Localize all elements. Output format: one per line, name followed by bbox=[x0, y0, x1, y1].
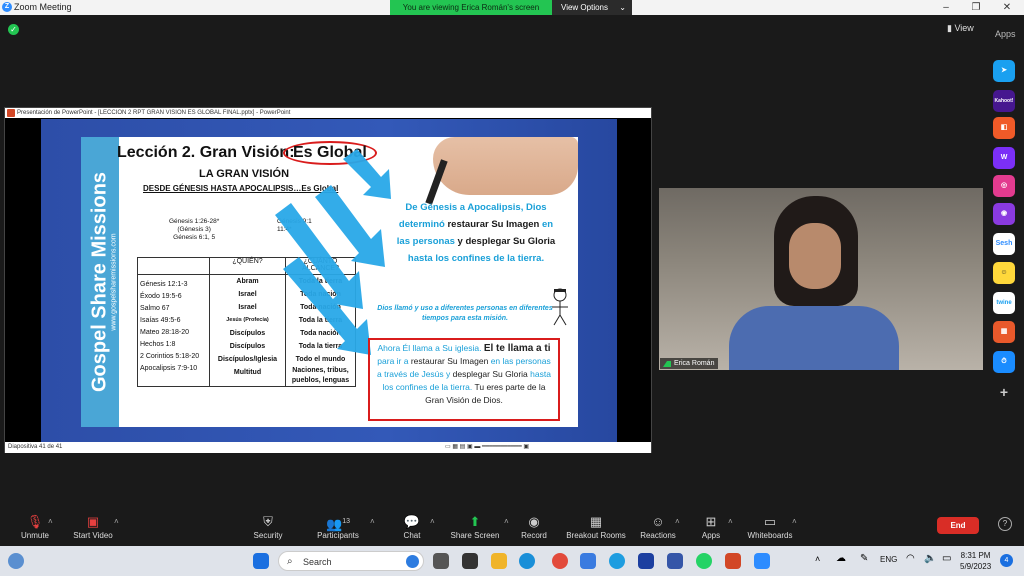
chevron-up-icon[interactable]: ˄ bbox=[48, 517, 53, 526]
minimize-button[interactable]: – bbox=[934, 1, 958, 14]
powerpoint-icon bbox=[7, 109, 15, 117]
taskbar-search[interactable]: ⌕ Search bbox=[278, 551, 424, 571]
signal-bars-icon bbox=[663, 361, 671, 367]
chat-icon: 💬 bbox=[403, 514, 421, 529]
chat-button[interactable]: 💬 Chat bbox=[377, 512, 447, 541]
bing-icon bbox=[406, 555, 419, 568]
window-title: Zoom Meeting bbox=[14, 2, 72, 12]
ppt-title-bar: Presentación de PowerPoint - [LECCION 2 … bbox=[5, 108, 651, 118]
arrow-1-icon bbox=[343, 149, 391, 199]
chevron-down-icon: ⌄ bbox=[619, 3, 626, 12]
kahoot-app-icon[interactable]: Kahoot! bbox=[993, 90, 1015, 112]
search-icon: ⌕ bbox=[287, 556, 293, 567]
camera-app-icon[interactable] bbox=[462, 553, 478, 569]
meeting-area: ✓ ▮ View Apps ➤ Kahoot! ◧ W ◎ ◉ Sesh ☺ t… bbox=[0, 15, 1024, 512]
windows-start-icon[interactable] bbox=[253, 553, 269, 569]
ppt-view-icons[interactable]: ▭ ▦ ▤ ▣ ▬ ━━━━━━━━━━━ ▣ bbox=[445, 442, 529, 453]
help-icon[interactable]: ? bbox=[998, 517, 1012, 531]
participants-button[interactable]: 👥13 Participants bbox=[303, 512, 373, 541]
cartoon-figure-icon bbox=[552, 288, 568, 326]
view-label: View bbox=[954, 23, 974, 33]
app-p-icon[interactable] bbox=[580, 553, 596, 569]
shared-powerpoint-window: Presentación de PowerPoint - [LECCION 2 … bbox=[4, 107, 652, 453]
zoom-logo-icon: Z bbox=[2, 2, 12, 12]
view-options-button[interactable]: View Options ⌄ bbox=[552, 0, 632, 15]
ppt-title: Presentación de PowerPoint - [LECCION 2 … bbox=[17, 110, 291, 116]
blue-statement: De Génesis a Apocalipsis, Dios determinó… bbox=[396, 202, 556, 264]
speaker-icon[interactable]: 🔈 bbox=[924, 553, 936, 564]
app-icon-6[interactable]: ◉ bbox=[993, 203, 1015, 225]
chevron-up-icon[interactable]: ˄ bbox=[815, 554, 820, 564]
chevron-up-icon[interactable]: ˄ bbox=[370, 517, 375, 526]
task-view-icon[interactable] bbox=[433, 553, 449, 569]
taskbar-clock[interactable]: 8:31 PM 5/9/2023 bbox=[960, 550, 991, 572]
shield-icon: ⛨ bbox=[263, 514, 273, 529]
notification-badge[interactable]: 4 bbox=[1000, 554, 1013, 567]
participants-icon: 👥13 bbox=[326, 516, 350, 532]
weather-icon[interactable] bbox=[8, 553, 24, 569]
call-to-action-box: Ahora Él llama a Su iglesia. El te llama… bbox=[368, 338, 560, 421]
sesh-app-icon[interactable]: Sesh bbox=[993, 233, 1015, 255]
chevron-up-icon[interactable]: ˄ bbox=[792, 517, 797, 526]
app-icon-smile[interactable]: ☺ bbox=[993, 262, 1015, 284]
powerpoint-taskbar-icon[interactable] bbox=[725, 553, 741, 569]
participant-name-tag: Erica Román bbox=[660, 358, 719, 369]
language-indicator[interactable]: ENG bbox=[880, 555, 897, 564]
file-explorer-icon[interactable] bbox=[491, 553, 507, 569]
meeting-toolbar: 🎙 Unmute ˄ ▣ Start Video ˄ ⛨ Security 👥13 Pa… bbox=[0, 512, 1024, 546]
pen-tray-icon[interactable]: ✎ bbox=[860, 553, 868, 564]
slide-counter: Diapositiva 41 de 41 bbox=[8, 444, 63, 450]
participant-video[interactable] bbox=[659, 188, 983, 370]
chevron-up-icon[interactable]: ˄ bbox=[728, 517, 733, 526]
app-dark-icon[interactable] bbox=[638, 553, 654, 569]
chevron-up-icon[interactable]: ˄ bbox=[114, 517, 119, 526]
title-bar: Z Zoom Meeting You are viewing Erica Rom… bbox=[0, 0, 1024, 15]
app-icon-3[interactable]: ◧ bbox=[993, 117, 1015, 139]
end-button[interactable]: End bbox=[937, 517, 979, 534]
view-button[interactable]: ▮ View bbox=[947, 23, 974, 34]
viewing-banner: You are viewing Erica Román's screen bbox=[390, 0, 552, 15]
italic-statement: Dios llamó y uso a diferentes personas e… bbox=[377, 305, 553, 322]
record-button[interactable]: ◉ Record bbox=[499, 512, 569, 541]
record-icon: ◉ bbox=[528, 514, 540, 529]
slide: Gospel Share Missions www.gospelsharemis… bbox=[41, 119, 617, 442]
close-button[interactable]: ✕ bbox=[995, 1, 1019, 14]
chrome-icon[interactable] bbox=[552, 553, 568, 569]
chevron-up-icon[interactable]: ˄ bbox=[430, 517, 435, 526]
apps-sidebar-label: Apps bbox=[995, 29, 1016, 39]
cloud-icon[interactable]: ☁ bbox=[836, 553, 846, 564]
app-circle-icon[interactable] bbox=[609, 553, 625, 569]
windows-taskbar: ⌕ Search ˄ ☁ ✎ ENG ◠ 🔈 ▭ 8:31 PM 5/9/202… bbox=[0, 546, 1024, 576]
wifi-icon[interactable]: ◠ bbox=[906, 553, 915, 564]
twine-app-icon[interactable]: twine bbox=[993, 292, 1015, 314]
edge-icon[interactable] bbox=[519, 553, 535, 569]
app-blue-icon[interactable] bbox=[667, 553, 683, 569]
zoom-taskbar-icon[interactable] bbox=[754, 553, 770, 569]
app-icon-1[interactable]: ➤ bbox=[993, 60, 1015, 82]
app-icon-5[interactable]: ◎ bbox=[993, 175, 1015, 197]
add-app-icon[interactable]: + bbox=[993, 381, 1015, 403]
encryption-shield-icon[interactable]: ✓ bbox=[8, 24, 19, 35]
ppt-status-bar: Diapositiva 41 de 41 ▭ ▦ ▤ ▣ ▬ ━━━━━━━━━… bbox=[5, 442, 651, 453]
whatsapp-icon[interactable] bbox=[696, 553, 712, 569]
timer-app-icon[interactable]: ⏱ bbox=[993, 351, 1015, 373]
battery-icon[interactable]: ▭ bbox=[942, 553, 951, 564]
breakout-rooms-button[interactable]: ▦ Breakout Rooms bbox=[561, 512, 631, 541]
maximize-button[interactable]: ❐ bbox=[964, 1, 988, 14]
view-options-label: View Options bbox=[561, 3, 608, 12]
breakout-rooms-icon: ▦ bbox=[589, 514, 603, 529]
security-button[interactable]: ⛨ Security bbox=[233, 512, 303, 541]
app-icon-w[interactable]: W bbox=[993, 147, 1015, 169]
app-icon-grid[interactable]: ▦ bbox=[993, 321, 1015, 343]
